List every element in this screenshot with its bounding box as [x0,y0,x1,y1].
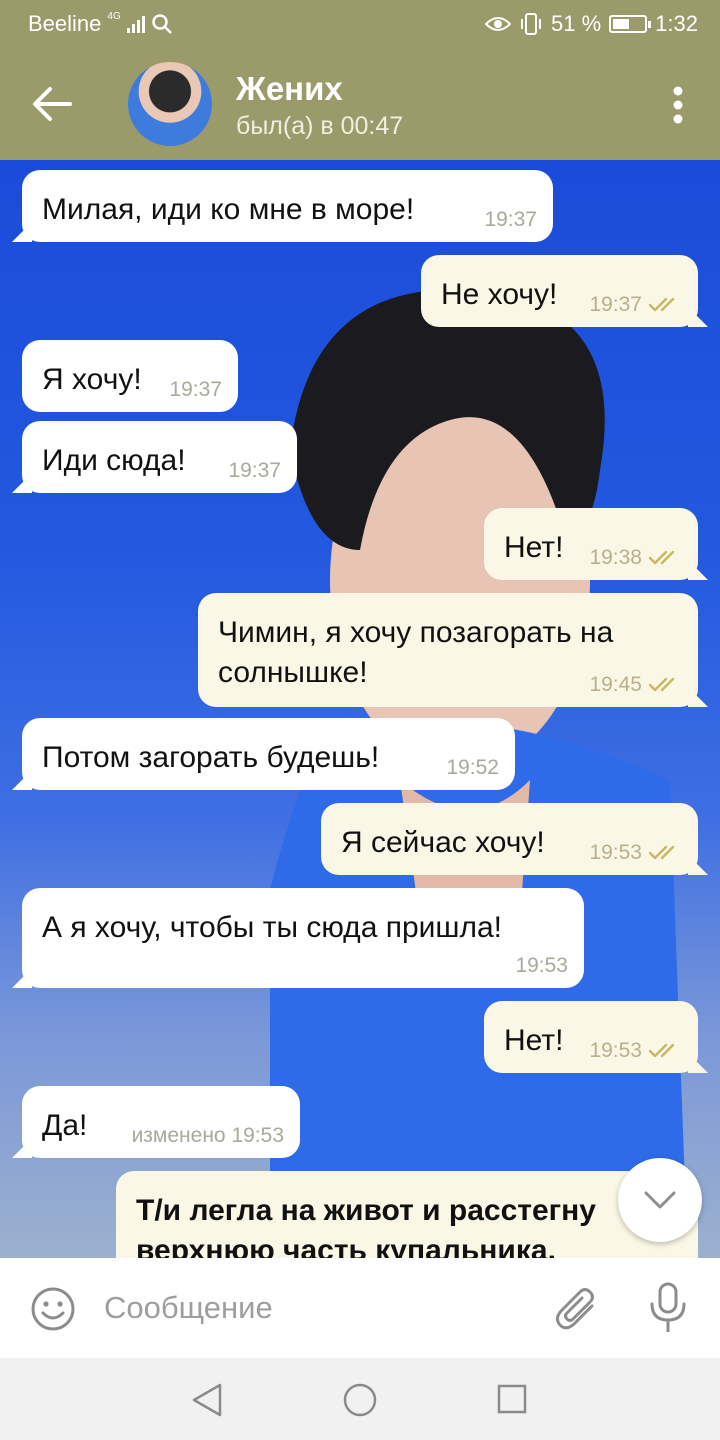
message-text: Милая, иди ко мне в море! [42,193,415,226]
nav-home-icon[interactable] [342,1382,378,1418]
message-time: 19:38 [589,546,642,569]
message-text-line: Чимин, я хочу позагорать на [218,616,614,649]
message-meta: 19:53 [589,841,682,865]
microphone-icon[interactable] [648,1282,688,1334]
nav-back-icon[interactable] [190,1382,224,1418]
message-text: Нет! [504,1024,564,1057]
chevron-down-icon [644,1191,676,1209]
signal-icon [126,15,145,33]
message-text: Я сейчас хочу! [341,826,545,859]
message-time: 19:53 [589,1039,642,1062]
message-outgoing[interactable]: Чимин, я хочу позагорать на солнышке! 19:… [198,593,698,707]
composer-bar [0,1258,720,1358]
message-outgoing[interactable]: Не хочу! 19:37 [421,255,698,327]
battery-icon [609,15,652,33]
message-meta: 19:37 [228,459,281,483]
message-text: Т/и легла на живот и расстегну верхнюю ча… [136,1191,596,1258]
message-meta: 19:38 [589,546,682,570]
message-text: Иди сюда! [42,444,186,477]
message-text-line: верхнюю часть купальника. [136,1234,556,1258]
clock: 1:32 [655,11,698,36]
message-meta: 19:53 [515,954,568,978]
message-time: 19:53 [515,954,568,977]
carrier-label: Beeline [28,11,102,36]
message-outgoing[interactable]: Нет! 19:38 [484,508,698,580]
message-incoming[interactable]: Потом загорать будешь! 19:52 [22,718,515,790]
emoji-icon[interactable] [30,1286,76,1332]
message-time: 19:53 [589,841,642,864]
message-time: 19:45 [589,673,642,696]
message-time: 19:52 [446,756,499,779]
status-right: 51 % 1:32 [485,11,698,37]
system-nav-bar [0,1358,720,1440]
message-text: Чимин, я хочу позагорать на солнышке! [218,613,613,693]
message-text: Потом загорать будешь! [42,741,380,774]
double-check-icon [648,845,675,860]
message-time: 19:37 [589,293,642,316]
message-time: 19:37 [169,378,222,401]
contact-avatar[interactable] [128,62,212,146]
message-meta: 19:37 [484,208,537,232]
vibrate-icon [521,13,542,35]
message-incoming[interactable]: Иди сюда! 19:37 [22,421,297,493]
message-meta: 19:45 [589,673,682,697]
chat-header: Жених был(а) в 00:47 [0,48,720,160]
message-edited-time: изменено 19:53 [131,1124,284,1147]
double-check-icon [648,677,675,692]
double-check-icon [648,550,675,565]
contact-last-seen: был(а) в 00:47 [236,112,404,140]
message-text: А я хочу, чтобы ты сюда пришла! [42,911,502,944]
scroll-to-bottom-button[interactable] [618,1158,702,1242]
network-type: 4G [107,10,121,22]
paperclip-icon[interactable] [554,1284,600,1334]
message-incoming[interactable]: Милая, иди ко мне в море! 19:37 [22,170,553,242]
message-text-line: Т/и легла на живот и расстегну [136,1194,596,1227]
message-time: 19:37 [484,208,537,231]
message-incoming[interactable]: Да! изменено 19:53 [22,1086,300,1158]
more-vert-icon[interactable] [672,86,684,124]
double-check-icon [648,1043,675,1058]
message-input[interactable] [104,1288,524,1328]
message-meta: изменено 19:53 [132,1124,284,1148]
status-left: Beeline 4G [28,11,173,37]
message-text: Я хочу! [42,363,142,396]
message-meta: 19:37 [589,293,682,317]
message-meta: 19:53 [589,1039,682,1063]
nav-recents-icon[interactable] [496,1383,528,1415]
double-check-icon [648,297,675,312]
message-time: 19:37 [228,459,281,482]
chat-wallpaper[interactable]: Милая, иди ко мне в море! 19:37 Не хочу!… [0,160,720,1258]
message-meta: 19:52 [446,756,499,780]
back-arrow-icon[interactable] [30,84,74,124]
message-outgoing[interactable]: Нет! 19:53 [484,1001,698,1073]
message-text: Да! [42,1109,88,1142]
eye-comfort-icon [485,17,512,31]
message-outgoing[interactable]: Я сейчас хочу! 19:53 [321,803,698,875]
message-text: Не хочу! [441,278,558,311]
message-text: Нет! [504,531,564,564]
message-incoming[interactable]: Я хочу! 19:37 [22,340,238,412]
battery-percent: 51 % [551,11,602,36]
message-meta: 19:37 [169,378,222,402]
message-text-line: солнышке! [218,656,368,689]
search-status-icon [151,14,172,34]
status-bar: Beeline 4G 51 % 1:32 [0,0,720,48]
contact-name[interactable]: Жених [236,70,343,108]
message-outgoing[interactable]: Т/и легла на живот и расстегну верхнюю ча… [116,1171,698,1258]
message-incoming[interactable]: А я хочу, чтобы ты сюда пришла! 19:53 [22,888,584,988]
